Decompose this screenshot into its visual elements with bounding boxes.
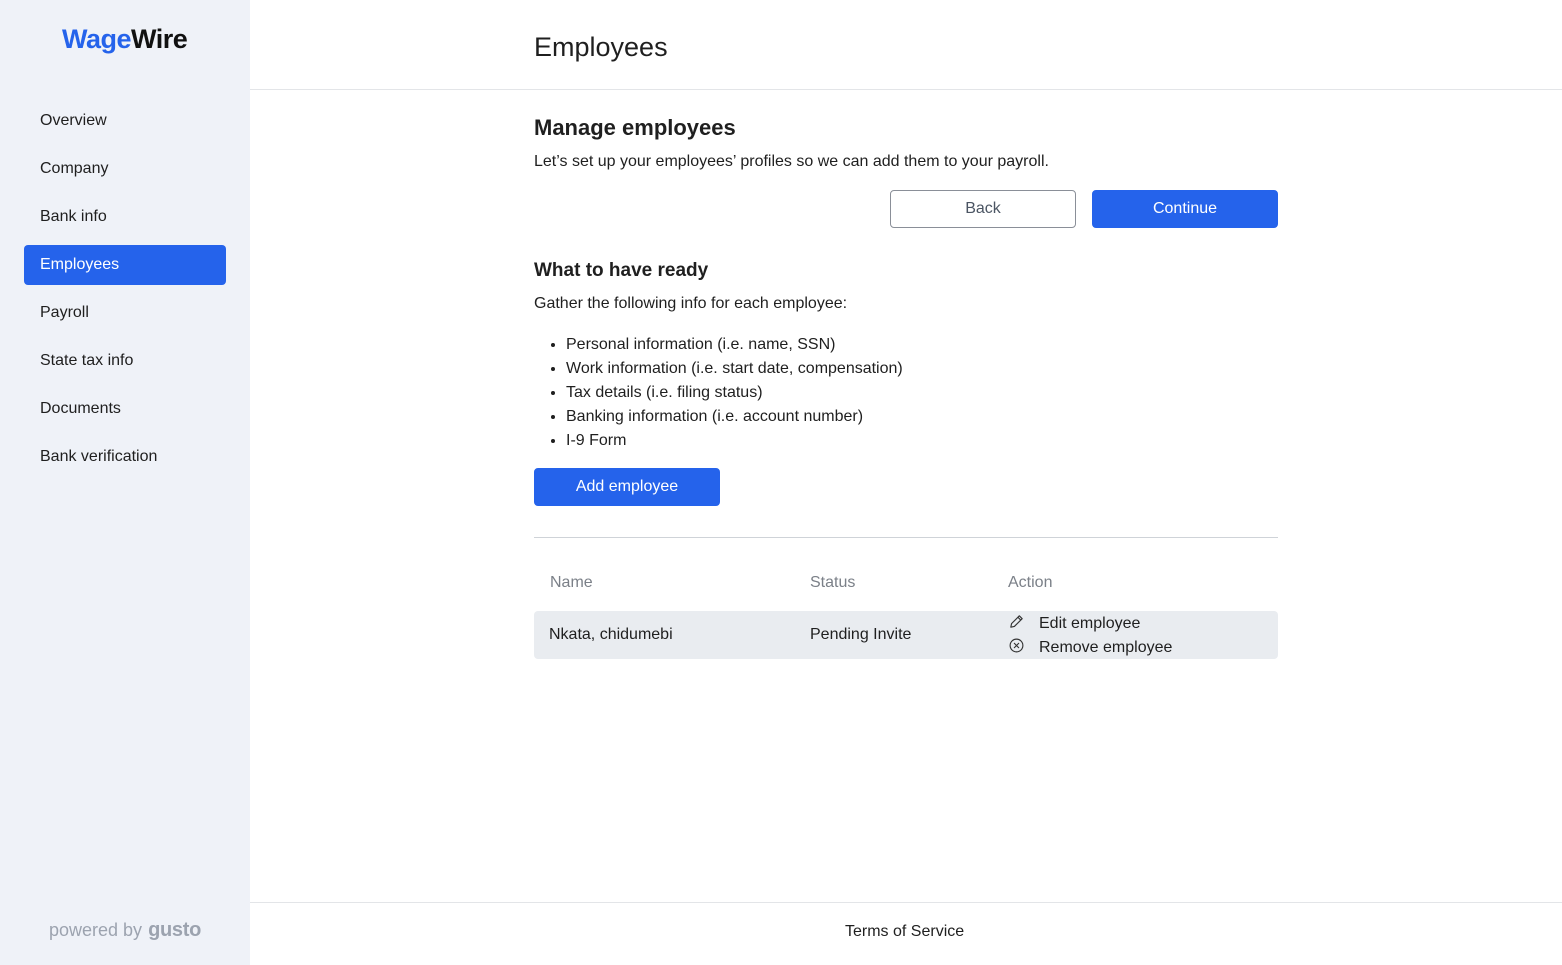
manage-employees-heading: Manage employees <box>534 115 736 140</box>
back-button[interactable]: Back <box>890 190 1076 228</box>
page-title: Employees <box>534 32 668 62</box>
wagewire-logo[interactable]: WageWire <box>62 24 188 55</box>
column-header-status: Status <box>810 574 856 591</box>
sidebar-item-employees[interactable]: Employees <box>24 245 226 285</box>
sidebar-item-payroll[interactable]: Payroll <box>24 293 226 333</box>
sidebar-item-label: Payroll <box>40 304 89 321</box>
powered-by-text: powered by <box>49 920 143 940</box>
table-row: Nkata, chidumebi Pending Invite Edit emp… <box>534 611 1278 659</box>
list-item: Tax details (i.e. filing status) <box>566 381 903 405</box>
what-to-have-ready-heading: What to have ready <box>534 260 709 281</box>
required-info-list: Personal information (i.e. name, SSN) Wo… <box>566 333 903 453</box>
edit-employee-label: Edit employee <box>1039 615 1141 632</box>
sidebar-item-label: Employees <box>40 256 120 273</box>
sidebar-item-bank-info[interactable]: Bank info <box>24 197 226 237</box>
sidebar: WageWire Overview Company Bank info Empl… <box>0 0 250 965</box>
sidebar-item-bank-verification[interactable]: Bank verification <box>24 437 226 477</box>
gusto-logo: gusto <box>148 919 201 941</box>
sidebar-item-state-tax-info[interactable]: State tax info <box>24 341 226 381</box>
sidebar-item-label: Bank info <box>40 208 107 225</box>
section-divider <box>534 537 1278 538</box>
list-item: Banking information (i.e. account number… <box>566 405 903 429</box>
continue-button[interactable]: Continue <box>1092 190 1278 228</box>
edit-employee-action[interactable]: Edit employee <box>1008 613 1140 635</box>
page-footer: Terms of Service <box>250 902 1562 965</box>
employee-name: Nkata, chidumebi <box>549 626 673 643</box>
sidebar-item-label: Company <box>40 160 109 177</box>
sidebar-item-documents[interactable]: Documents <box>24 389 226 429</box>
list-item: I-9 Form <box>566 429 903 453</box>
employee-status: Pending Invite <box>810 626 912 643</box>
remove-employee-action[interactable]: Remove employee <box>1008 637 1172 659</box>
logo-wire-text: Wire <box>131 24 188 54</box>
powered-by-gusto: powered by gusto <box>49 919 201 942</box>
remove-employee-label: Remove employee <box>1039 639 1173 656</box>
sidebar-item-overview[interactable]: Overview <box>24 101 226 141</box>
add-employee-button[interactable]: Add employee <box>534 468 720 506</box>
manage-employees-description: Let’s set up your employees’ profiles so… <box>534 153 1049 170</box>
list-item: Personal information (i.e. name, SSN) <box>566 333 903 357</box>
what-to-have-ready-intro: Gather the following info for each emplo… <box>534 295 848 312</box>
terms-of-service-link[interactable]: Terms of Service <box>845 923 964 941</box>
sidebar-item-label: Documents <box>40 400 121 417</box>
sidebar-nav: Overview Company Bank info Employees Pay… <box>24 101 226 485</box>
column-header-name: Name <box>550 574 593 591</box>
list-item: Work information (i.e. start date, compe… <box>566 357 903 381</box>
sidebar-item-label: Overview <box>40 112 107 129</box>
sidebar-item-company[interactable]: Company <box>24 149 226 189</box>
logo-wage-text: Wage <box>62 24 132 54</box>
column-header-action: Action <box>1008 574 1053 591</box>
sidebar-item-label: Bank verification <box>40 448 158 465</box>
pencil-icon <box>1008 613 1025 635</box>
page-header: Employees <box>250 0 1562 90</box>
sidebar-item-label: State tax info <box>40 352 134 369</box>
circle-x-icon <box>1008 637 1025 659</box>
